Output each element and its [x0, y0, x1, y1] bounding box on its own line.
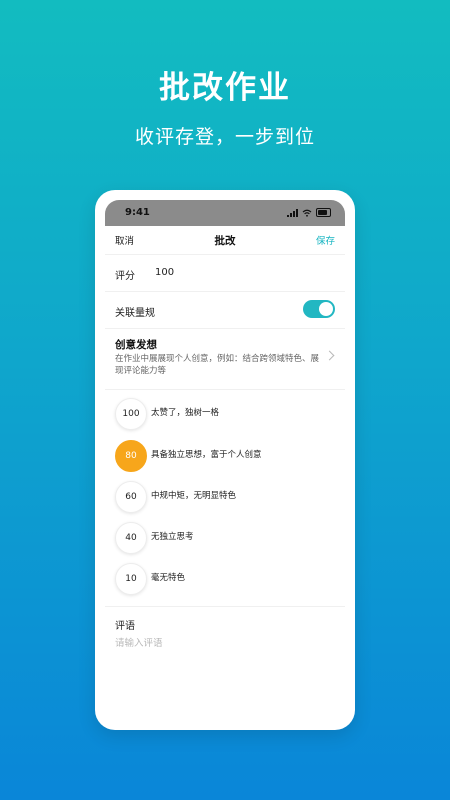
- save-button[interactable]: 保存: [316, 233, 335, 247]
- option-score-circle: 100: [115, 398, 147, 430]
- nav-bar: 取消 批改 保存: [105, 226, 345, 254]
- grading-form: 评分 100 关联量规 创意发想 在作业中展展现个人创意，例如：结合跨领域特色、…: [105, 254, 345, 667]
- option-score-circle: 60: [115, 481, 147, 513]
- rubric-toggle[interactable]: [303, 300, 335, 318]
- option-60[interactable]: 60 中规中矩，无明显特色: [115, 481, 335, 513]
- comment-row: 评语 请输入评语: [105, 606, 345, 667]
- criteria-title: 创意发想: [115, 339, 157, 351]
- comment-input[interactable]: 请输入评语: [115, 635, 335, 649]
- option-10[interactable]: 10 毫无特色: [115, 563, 335, 595]
- option-score-circle: 40: [115, 522, 147, 554]
- option-text: 毫无特色: [151, 573, 186, 583]
- rubric-row: 关联量规: [105, 291, 345, 328]
- score-row[interactable]: 评分 100: [105, 254, 345, 291]
- rubric-label: 关联量规: [115, 308, 155, 319]
- option-text: 太赞了，独树一格: [151, 408, 220, 418]
- battery-icon: [316, 208, 331, 217]
- score-value: 100: [155, 267, 175, 278]
- chevron-right-icon: [324, 350, 335, 361]
- criteria-row[interactable]: 创意发想 在作业中展展现个人创意，例如：结合跨领域特色、展现评论能力等: [105, 328, 345, 389]
- status-time: 9:41: [125, 207, 150, 218]
- option-text: 中规中矩，无明显特色: [151, 491, 237, 501]
- option-80[interactable]: 80 具备独立思想，富于个人创意: [115, 440, 335, 472]
- comment-label: 评语: [115, 621, 135, 632]
- toggle-knob: [319, 302, 333, 316]
- criteria-description: 在作业中展展现个人创意，例如：结合跨领域特色、展现评论能力等: [115, 354, 320, 376]
- option-100[interactable]: 100 太赞了，独树一格: [115, 398, 335, 430]
- score-options: 100 太赞了，独树一格 80 具备独立思想，富于个人创意 60 中规中矩，无明…: [105, 389, 345, 606]
- option-text: 无独立思考: [151, 532, 194, 542]
- option-text: 具备独立思想，富于个人创意: [151, 450, 262, 460]
- hero-title: 批改作业: [159, 70, 291, 106]
- wifi-icon: [302, 209, 312, 217]
- status-bar: 9:41: [105, 200, 345, 226]
- status-icons: [287, 208, 331, 217]
- nav-title: 批改: [214, 235, 236, 247]
- option-40[interactable]: 40 无独立思考: [115, 522, 335, 554]
- score-label: 评分: [115, 271, 135, 282]
- option-score-circle-selected: 80: [115, 440, 147, 472]
- signal-icon: [287, 208, 298, 217]
- phone-mockup: 9:41 取消 批改 保存 评分 100 关联量规 创意发想 在作业中展展现个人…: [95, 190, 355, 730]
- hero-subtitle: 收评存登，一步到位: [134, 126, 315, 148]
- option-score-circle: 10: [115, 563, 147, 595]
